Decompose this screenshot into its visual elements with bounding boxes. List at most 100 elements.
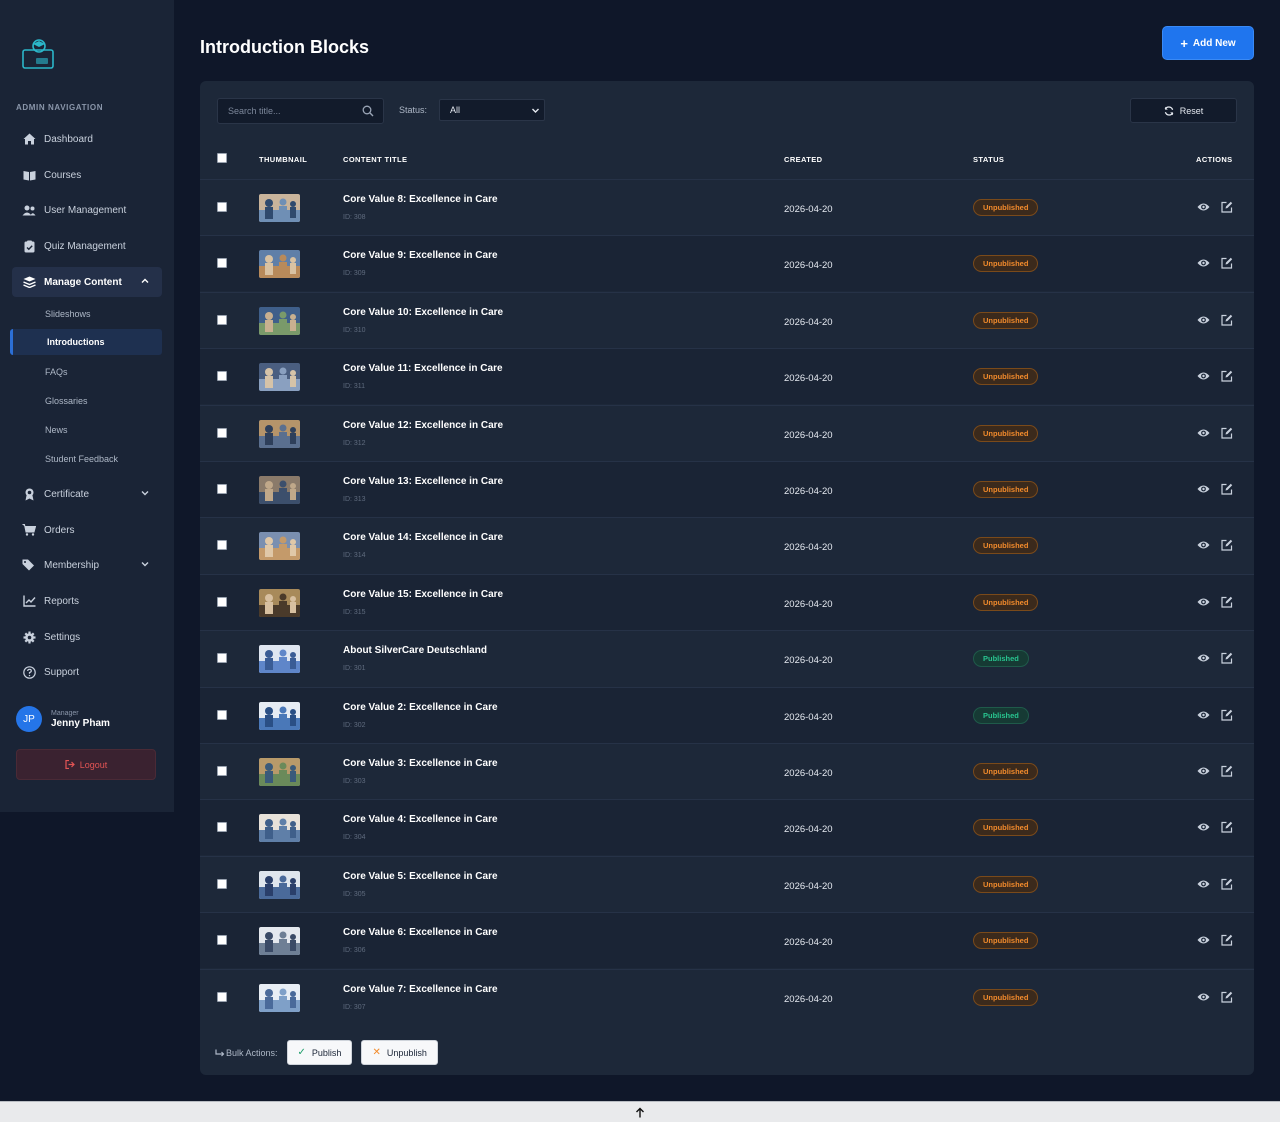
edit-icon[interactable] — [1221, 539, 1233, 551]
row-id: ID: 314 — [343, 552, 366, 560]
row-checkbox[interactable] — [217, 822, 227, 833]
sidebar-item-orders[interactable]: Orders — [12, 515, 162, 545]
row-title[interactable]: Core Value 11: Excellence in Care — [343, 363, 503, 374]
edit-icon[interactable] — [1221, 257, 1233, 269]
row-title[interactable]: Core Value 7: Excellence in Care — [343, 984, 498, 995]
sidebar-subitem-introductions[interactable]: Introductions — [10, 329, 162, 355]
row-checkbox[interactable] — [217, 258, 227, 269]
sidebar-subitem-news[interactable]: News — [10, 417, 162, 443]
eye-icon[interactable] — [1197, 765, 1210, 777]
sidebar-item-certificate[interactable]: Certificate — [12, 479, 162, 509]
bulk-publish-button[interactable]: ✓ Publish — [286, 1040, 353, 1065]
eye-icon[interactable] — [1197, 257, 1210, 269]
row-title[interactable]: Core Value 15: Excellence in Care — [343, 589, 503, 600]
sidebar-subitem-faqs[interactable]: FAQs — [10, 359, 162, 385]
sidebar-item-user-management[interactable]: User Management — [12, 195, 162, 225]
eye-icon[interactable] — [1197, 483, 1210, 495]
eye-icon[interactable] — [1197, 314, 1210, 326]
logout-button[interactable]: Logout — [16, 749, 156, 780]
eye-icon[interactable] — [1197, 539, 1210, 551]
sidebar-item-manage-content[interactable]: Manage Content — [12, 267, 162, 297]
edit-icon[interactable] — [1221, 652, 1233, 664]
row-title[interactable]: Core Value 12: Excellence in Care — [343, 420, 503, 431]
eye-icon[interactable] — [1197, 596, 1210, 608]
row-checkbox[interactable] — [217, 878, 227, 889]
row-title[interactable]: Core Value 9: Excellence in Care — [343, 250, 498, 261]
row-checkbox[interactable] — [217, 314, 227, 325]
eye-icon[interactable] — [1197, 878, 1210, 890]
sidebar-subitem-glossaries[interactable]: Glossaries — [10, 388, 162, 414]
bulk-actions-text: Bulk Actions: — [226, 1047, 278, 1058]
edit-icon[interactable] — [1221, 596, 1233, 608]
arrow-up-icon[interactable] — [635, 1107, 645, 1118]
eye-icon[interactable] — [1197, 201, 1210, 213]
edit-icon[interactable] — [1221, 314, 1233, 326]
row-checkbox[interactable] — [217, 709, 227, 720]
row-checkbox[interactable] — [217, 653, 227, 664]
status-badge: Unpublished — [973, 199, 1039, 216]
sidebar-item-dashboard[interactable]: Dashboard — [12, 124, 162, 154]
row-title[interactable]: Core Value 3: Excellence in Care — [343, 758, 498, 769]
sidebar-item-courses[interactable]: Courses — [12, 160, 162, 190]
nav-heading: ADMIN NAVIGATION — [16, 103, 104, 112]
cart-icon — [22, 523, 36, 537]
row-title[interactable]: Core Value 5: Excellence in Care — [343, 871, 498, 882]
avatar: JP — [16, 706, 42, 732]
edit-icon[interactable] — [1221, 765, 1233, 777]
search-input[interactable]: Search title... — [217, 98, 384, 124]
row-title[interactable]: Core Value 2: Excellence in Care — [343, 702, 498, 713]
eye-icon[interactable] — [1197, 991, 1210, 1003]
row-checkbox[interactable] — [217, 427, 227, 438]
edit-icon[interactable] — [1221, 934, 1233, 946]
row-checkbox[interactable] — [217, 991, 227, 1002]
row-title[interactable]: About SilverCare Deutschland — [343, 645, 487, 656]
eye-icon[interactable] — [1197, 934, 1210, 946]
user-profile[interactable]: JP Manager Jenny Pham — [16, 706, 110, 732]
sidebar-item-membership[interactable]: Membership — [12, 550, 162, 580]
sidebar-item-reports[interactable]: Reports — [12, 586, 162, 616]
table-row: Core Value 14: Excellence in Care ID: 314… — [200, 517, 1254, 573]
logout-label: Logout — [79, 759, 108, 770]
row-title[interactable]: Core Value 4: Excellence in Care — [343, 814, 498, 825]
bulk-unpublish-button[interactable]: ✕ Unpublish — [361, 1040, 438, 1065]
edit-icon[interactable] — [1221, 201, 1233, 213]
row-title[interactable]: Core Value 8: Excellence in Care — [343, 194, 498, 205]
select-all-checkbox[interactable] — [217, 153, 227, 163]
bulk-unpublish-label: Unpublish — [386, 1047, 427, 1058]
sidebar-item-settings[interactable]: Settings — [12, 622, 162, 652]
row-title[interactable]: Core Value 10: Excellence in Care — [343, 307, 503, 318]
edit-icon[interactable] — [1221, 878, 1233, 890]
status-filter-select[interactable]: All — [439, 99, 545, 121]
eye-icon[interactable] — [1197, 821, 1210, 833]
sidebar-item-quiz-management[interactable]: Quiz Management — [12, 231, 162, 261]
row-checkbox[interactable] — [217, 371, 227, 382]
row-created-date: 2026-04-20 — [784, 429, 833, 441]
edit-icon[interactable] — [1221, 821, 1233, 833]
row-id: ID: 303 — [343, 778, 366, 785]
sidebar-subitem-student-feedback[interactable]: Student Feedback — [10, 446, 162, 472]
edit-icon[interactable] — [1221, 370, 1233, 382]
row-checkbox[interactable] — [217, 484, 227, 494]
eye-icon[interactable] — [1197, 652, 1210, 664]
edit-icon[interactable] — [1221, 427, 1233, 439]
edit-icon[interactable] — [1221, 991, 1233, 1003]
reset-button[interactable]: Reset — [1130, 98, 1237, 123]
eye-icon[interactable] — [1197, 709, 1210, 721]
edit-icon[interactable] — [1221, 483, 1233, 495]
row-title[interactable]: Core Value 13: Excellence in Care — [343, 476, 503, 487]
row-created-date: 2026-04-20 — [784, 598, 833, 610]
sidebar-subitem-slideshows[interactable]: Slideshows — [10, 301, 162, 327]
row-title[interactable]: Core Value 6: Excellence in Care — [343, 927, 498, 938]
sidebar-item-support[interactable]: Support — [12, 657, 162, 687]
row-checkbox[interactable] — [217, 596, 227, 607]
row-checkbox[interactable] — [217, 766, 227, 776]
eye-icon[interactable] — [1197, 427, 1210, 439]
row-checkbox[interactable] — [217, 935, 227, 946]
row-checkbox[interactable] — [217, 540, 227, 551]
row-checkbox[interactable] — [217, 202, 227, 212]
eye-icon[interactable] — [1197, 370, 1210, 382]
table-row: Core Value 3: Excellence in Care ID: 303 2… — [200, 743, 1254, 799]
row-title[interactable]: Core Value 14: Excellence in Care — [343, 532, 503, 543]
edit-icon[interactable] — [1221, 709, 1233, 721]
add-new-button[interactable]: + Add New — [1163, 27, 1253, 59]
